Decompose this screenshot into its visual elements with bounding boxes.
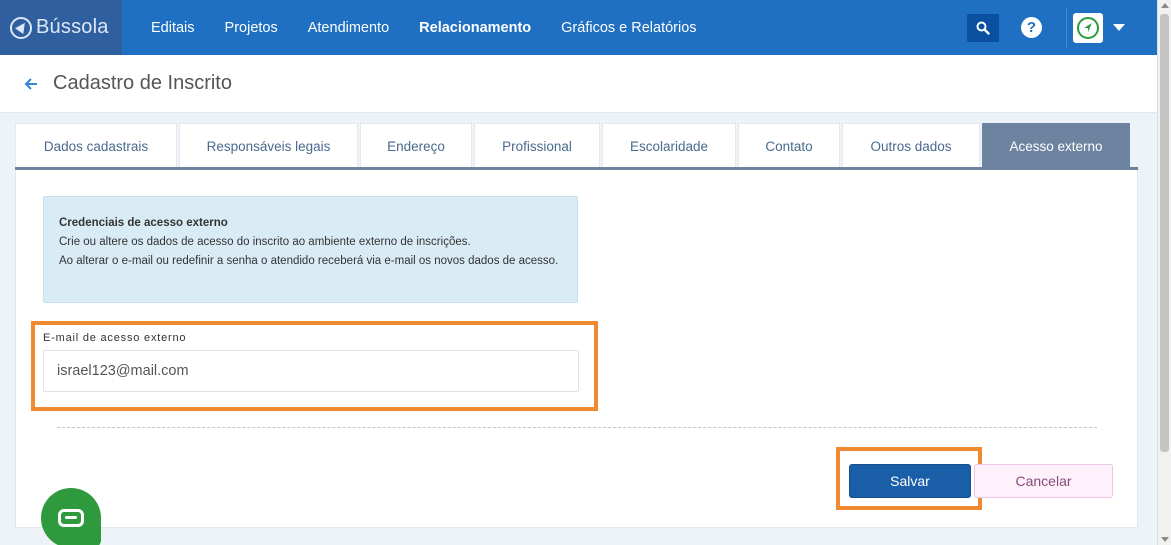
tab-bar: Dados cadastrais Responsáveis legais End… <box>15 123 1132 168</box>
page-header: Cadastro de Inscrito <box>0 55 1157 113</box>
info-line-1: Crie ou altere os dados de acesso do ins… <box>59 236 471 248</box>
info-title: Credenciais de acesso externo <box>59 217 228 229</box>
search-button[interactable] <box>967 13 999 42</box>
user-avatar-icon[interactable] <box>1073 12 1103 43</box>
search-icon <box>976 21 990 35</box>
top-navbar: Bússola Editais Projetos Atendimento Rel… <box>0 0 1157 55</box>
nav-item-projetos[interactable]: Projetos <box>225 20 278 36</box>
cancel-button[interactable]: Cancelar <box>974 464 1113 498</box>
tab-contato[interactable]: Contato <box>738 123 840 168</box>
tab-acesso-externo[interactable]: Acesso externo <box>982 123 1130 168</box>
page-scrollbar[interactable] <box>1157 0 1171 545</box>
info-line-2: Ao alterar o e-mail ou redefinir a senha… <box>59 255 559 267</box>
caret-down-icon[interactable] <box>1113 24 1125 31</box>
help-icon[interactable]: ? <box>1021 17 1042 38</box>
scroll-down-icon[interactable] <box>1161 537 1169 542</box>
compass-logo-icon <box>10 16 32 39</box>
tab-profissional[interactable]: Profissional <box>474 123 600 168</box>
content-panel: Credenciais de acesso externo Crie ou al… <box>15 170 1138 528</box>
scrollbar-thumb[interactable] <box>1160 14 1169 452</box>
chat-icon <box>58 509 84 527</box>
nav-divider <box>1066 7 1067 48</box>
main-nav: Editais Projetos Atendimento Relacioname… <box>136 20 712 36</box>
brand-logo[interactable]: Bússola <box>0 0 122 55</box>
top-right-controls: ? <box>967 0 1157 55</box>
nav-item-graficos-relatorios[interactable]: Gráficos e Relatórios <box>561 20 696 36</box>
save-button[interactable]: Salvar <box>849 464 971 498</box>
tab-responsaveis-legais[interactable]: Responsáveis legais <box>179 123 358 168</box>
email-field[interactable] <box>43 350 579 392</box>
nav-item-atendimento[interactable]: Atendimento <box>308 20 389 36</box>
tab-dados-cadastrais[interactable]: Dados cadastrais <box>15 123 177 168</box>
section-divider <box>57 427 1097 428</box>
scroll-up-icon[interactable] <box>1161 3 1169 8</box>
tab-endereco[interactable]: Endereço <box>360 123 472 168</box>
nav-item-editais[interactable]: Editais <box>151 20 195 36</box>
tab-outros-dados[interactable]: Outros dados <box>842 123 980 168</box>
back-arrow-icon[interactable] <box>24 77 38 91</box>
brand-name: Bússola <box>36 16 109 38</box>
info-box: Credenciais de acesso externo Crie ou al… <box>43 196 578 303</box>
tab-escolaridade[interactable]: Escolaridade <box>602 123 736 168</box>
nav-item-relacionamento[interactable]: Relacionamento <box>419 20 531 36</box>
email-field-label: E-mail de acesso externo <box>43 332 187 344</box>
page-title: Cadastro de Inscrito <box>53 72 232 94</box>
chat-button[interactable] <box>41 488 101 545</box>
